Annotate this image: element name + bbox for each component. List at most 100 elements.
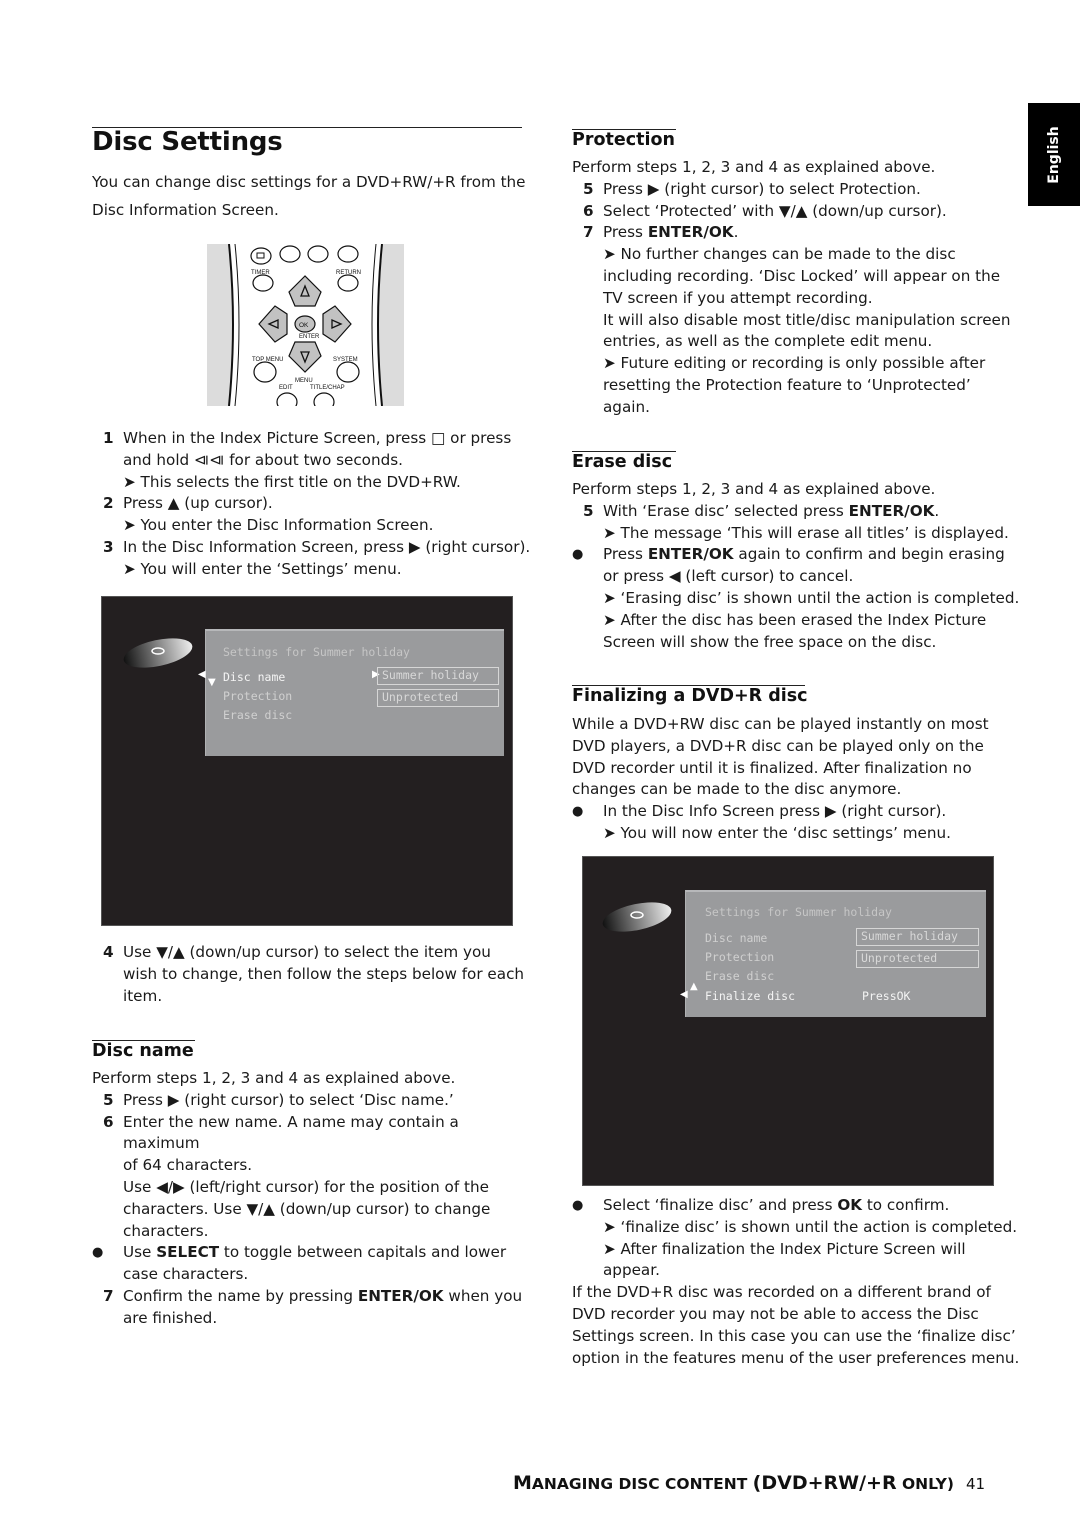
- note-line: TV screen if you attempt recording.: [603, 288, 873, 307]
- step-note: ➤ You enter the Disc Information Screen.: [123, 516, 434, 535]
- step-text: characters.: [123, 1221, 209, 1240]
- closing-line: DVD recorder you may not be able to acce…: [572, 1304, 979, 1323]
- finalize-after: ● Select ‘finalize disc’ and press OK to …: [572, 1195, 1022, 1369]
- step-text: Press ▶ (right cursor) to select Protect…: [603, 179, 921, 198]
- step-text: wish to change, then follow the steps be…: [123, 964, 525, 983]
- bullet-icon: ●: [92, 1245, 104, 1261]
- stop-button: [250, 247, 272, 265]
- step-text: Confirm the name by pressing: [123, 1286, 358, 1305]
- note-line: ➤ ‘finalize disc’ is shown until the act…: [603, 1217, 1018, 1236]
- disc-icon: [602, 902, 672, 932]
- bullet-text: In the Disc Info Screen press ▶ (right c…: [603, 802, 947, 821]
- page-footer: MANAGING DISC CONTENT (DVD+RW/+R ONLY) 41: [513, 1472, 985, 1494]
- disc-name-field[interactable]: Summer holiday: [856, 928, 979, 946]
- note-line: ➤ The message ‘This will erase all title…: [603, 523, 1009, 542]
- bullet-text: Press: [603, 545, 648, 564]
- page-number: 41: [965, 1475, 986, 1493]
- step-text: .: [934, 501, 940, 520]
- svg-text:TIMER: TIMER: [251, 270, 270, 276]
- cursor-up-icon: ▲: [690, 981, 698, 992]
- step-2: 2 Press ▲ (up cursor).: [92, 493, 532, 515]
- step-number: 6: [583, 201, 594, 220]
- menu-item-disc-name[interactable]: Disc name: [223, 670, 285, 684]
- remote-control-illustration: TIMER RETURN TOP MENU SYSTEM MENUEDIT TITLE…: [207, 244, 404, 406]
- para-line: While a DVD+RW disc can be played instan…: [572, 715, 989, 733]
- bullet-text: case characters.: [123, 1265, 249, 1284]
- press-ok-label[interactable]: PressOK: [862, 989, 910, 1003]
- cursor-left-icon: ◀: [680, 989, 688, 1000]
- step-number: 7: [103, 1286, 114, 1305]
- step-number: 5: [103, 1090, 114, 1109]
- closing-line: If the DVD+R disc was recorded on a diff…: [572, 1283, 991, 1302]
- para-line: DVD players, a DVD+R disc can be played …: [572, 736, 984, 755]
- note-line: ➤ ‘Erasing disc’ is shown until the acti…: [603, 588, 1020, 607]
- bullet-text: Use: [123, 1243, 157, 1262]
- note-line: It will also disable most title/disc man…: [603, 310, 1011, 329]
- intro-line-2: Disc Information Screen.: [92, 201, 279, 219]
- step-text: Press ▲ (up cursor).: [123, 494, 273, 513]
- settings-panel: Settings for Summer holiday Disc name Pr…: [680, 890, 986, 1017]
- finalize-section: While a DVD+RW disc can be played instan…: [572, 714, 1022, 845]
- note-line: appear.: [603, 1261, 660, 1280]
- svg-text:TITLE/CHAP: TITLE/CHAP: [310, 385, 345, 391]
- bullet-icon: ●: [572, 547, 584, 563]
- step-number: 5: [583, 179, 594, 198]
- intro-text: You can change disc settings for a DVD+R…: [92, 168, 526, 224]
- disc-name-field[interactable]: Summer holiday: [377, 667, 499, 685]
- para-line: changes can be made to the disc anymore.: [572, 780, 902, 799]
- note-line: resetting the Protection feature to ‘Unp…: [603, 375, 971, 394]
- protection-field[interactable]: Unprotected: [856, 950, 979, 968]
- perform-text: Perform steps 1, 2, 3 and 4 as explained…: [92, 1069, 456, 1087]
- menu-item-protection[interactable]: Protection: [223, 689, 292, 703]
- panel-title: Settings for Summer holiday: [705, 905, 892, 919]
- step-note: ➤ This selects the first title on the DV…: [123, 472, 461, 491]
- bullet-text: to toggle between capitals and lower: [219, 1243, 507, 1262]
- svg-text:OK: OK: [299, 322, 309, 329]
- bullet-bold: ENTER/OK: [647, 545, 734, 564]
- intro-line-1: You can change disc settings for a DVD+R…: [92, 173, 526, 191]
- note-line: ➤ No further changes can be made to the …: [603, 245, 956, 264]
- closing-line: option in the features menu of the user …: [572, 1348, 1020, 1367]
- step-number: 4: [103, 943, 114, 961]
- step-1: 1 When in the Index Picture Screen, press…: [92, 428, 532, 472]
- note-line: ➤ After finalization the Index Picture S…: [603, 1239, 966, 1258]
- bullet-icon: ●: [572, 1198, 584, 1213]
- perform-text: Perform steps 1, 2, 3 and 4 as explained…: [572, 158, 936, 176]
- menu-item-erase-disc[interactable]: Erase disc: [223, 708, 292, 722]
- footer-section-title: ANAGING DISC CONTENT: [531, 1475, 753, 1493]
- bullet-icon: ●: [572, 804, 584, 820]
- svg-text:RETURN: RETURN: [336, 270, 361, 276]
- step-text: Use ▼/▲ (down/up cursor) to select the i…: [123, 943, 491, 961]
- section-heading-protection: Protection: [572, 130, 675, 150]
- menu-item-erase-disc[interactable]: Erase disc: [705, 969, 774, 983]
- tv-screen-settings: Settings for Summer holiday Disc name Pr…: [101, 596, 513, 926]
- svg-text:EDIT: EDIT: [279, 385, 293, 391]
- menu-item-finalize-disc[interactable]: Finalize disc: [705, 989, 795, 1003]
- protection-notes: ➤ No further changes can be made to the …: [572, 244, 1022, 418]
- perform-text: Perform steps 1, 2, 3 and 4 as explained…: [572, 480, 936, 498]
- footer-section-title-end: ONLY): [896, 1475, 954, 1493]
- step-3: 3 In the Disc Information Screen, press ▶…: [92, 537, 532, 559]
- note-line: Screen will show the free space on the d…: [603, 632, 937, 651]
- erase-section: Perform steps 1, 2, 3 and 4 as explained…: [572, 479, 1022, 653]
- step-text: .: [733, 223, 739, 242]
- para-line: DVD recorder until it is finalized. Afte…: [572, 758, 972, 777]
- svg-text:MENU: MENU: [295, 378, 313, 384]
- step-text: When in the Index Picture Screen, press …: [123, 429, 512, 447]
- protection-section: Perform steps 1, 2, 3 and 4 as explained…: [572, 157, 1022, 419]
- step-note: ➤ You will enter the ‘Settings’ menu.: [123, 559, 402, 578]
- step-text: and hold ⧏⧏ for about two seconds.: [123, 450, 403, 469]
- step-number: 6: [103, 1112, 114, 1131]
- step-text: Press: [603, 223, 648, 242]
- step-text: when you: [443, 1286, 523, 1305]
- language-tab-label: English: [1046, 126, 1062, 184]
- protection-field[interactable]: Unprotected: [377, 689, 499, 707]
- step-text: Select ‘Protected’ with ▼/▲ (down/up cur…: [603, 201, 947, 220]
- bullet-bold: SELECT: [156, 1243, 220, 1262]
- menu-item-disc-name[interactable]: Disc name: [705, 931, 767, 945]
- settings-panel: Settings for Summer holiday Disc name Pr…: [198, 629, 504, 756]
- cursor-left-icon: ◀: [198, 669, 206, 680]
- step-text: are finished.: [123, 1308, 218, 1327]
- menu-item-protection[interactable]: Protection: [705, 950, 774, 964]
- step-text: characters. Use ▼/▲ (down/up cursor) to …: [123, 1199, 491, 1218]
